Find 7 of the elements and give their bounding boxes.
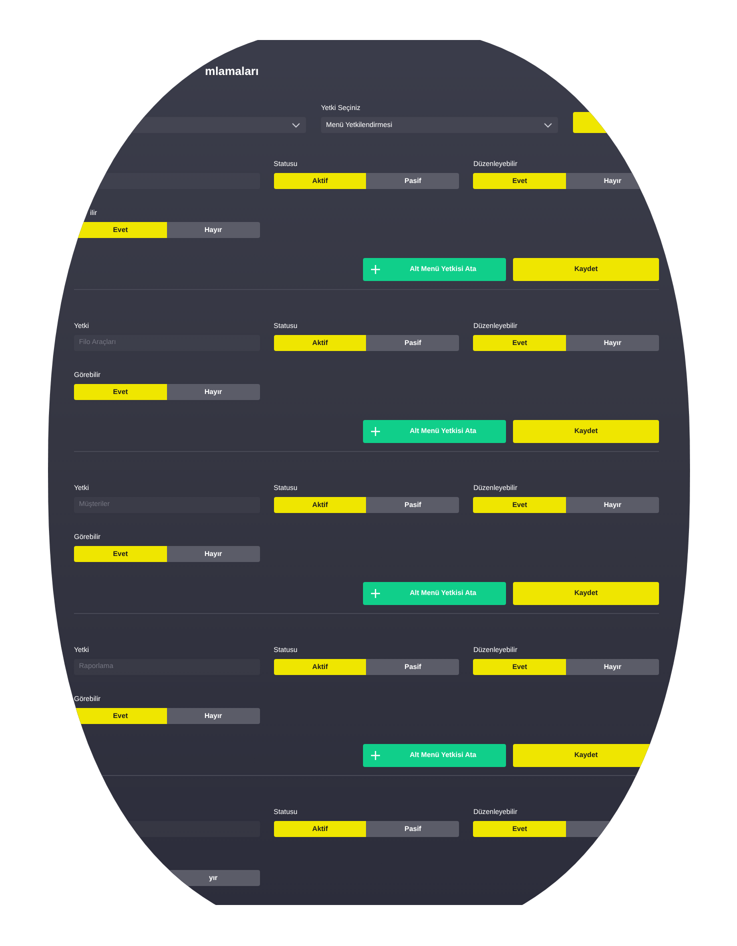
- plus-icon: [371, 265, 380, 274]
- plus-icon: [371, 589, 380, 598]
- plus-icon: [371, 751, 380, 760]
- chevron-down-icon: [292, 122, 300, 128]
- chevron-down-icon: [544, 122, 552, 128]
- page-title: mlamaları: [205, 65, 259, 79]
- plus-icon: [371, 427, 380, 436]
